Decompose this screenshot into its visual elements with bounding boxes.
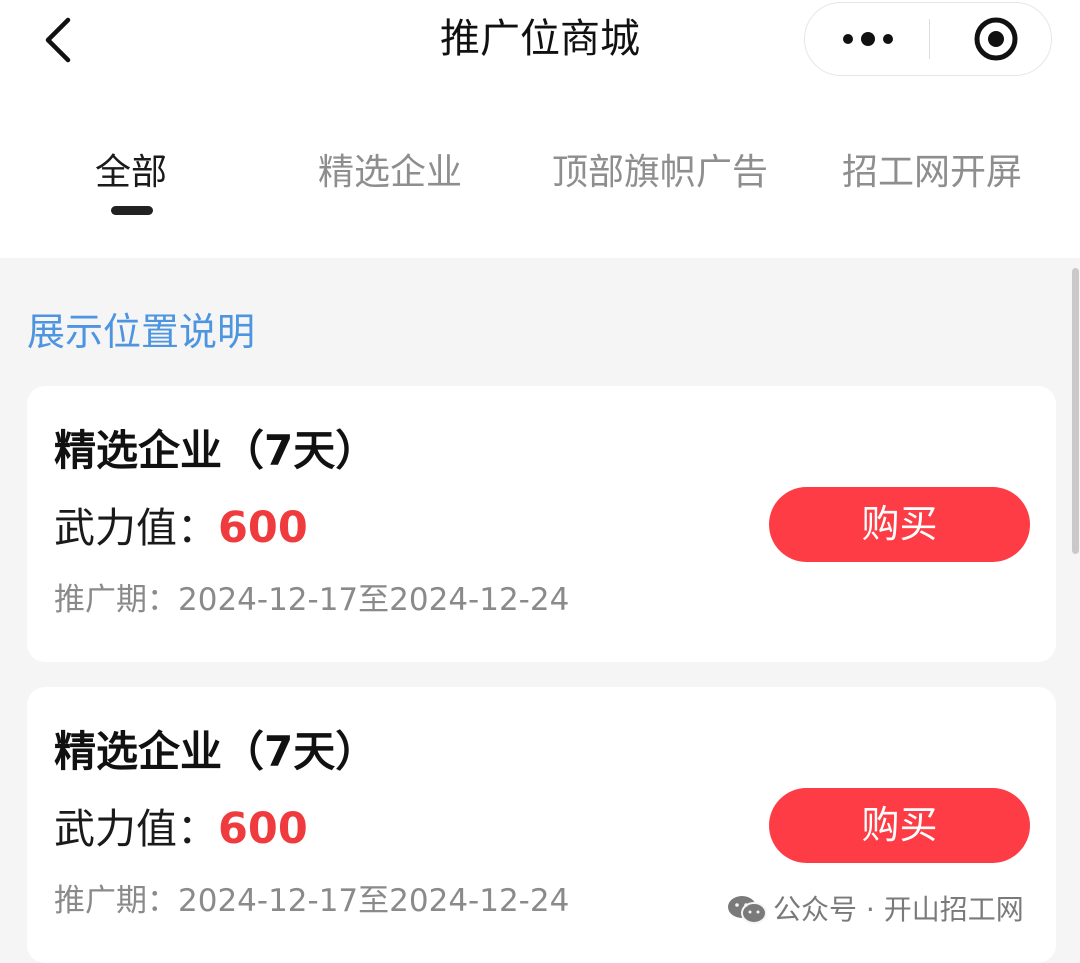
active-tab-indicator	[111, 206, 153, 215]
scrollbar[interactable]	[1072, 268, 1079, 554]
target-close-icon	[974, 17, 1018, 61]
power-line: 武力值：600	[54, 803, 308, 855]
power-label: 武力值：	[54, 504, 218, 552]
card-title: 精选企业（7天）	[54, 426, 378, 475]
promotion-period: 推广期：2024-12-17至2024-12-24	[54, 582, 570, 618]
card-title: 精选企业（7天）	[54, 727, 378, 776]
power-value: 600	[218, 503, 308, 553]
power-line: 武力值：600	[54, 502, 308, 554]
tab-top-banner-ads[interactable]: 顶部旗帜广告	[552, 150, 768, 196]
tab-all[interactable]: 全部	[95, 150, 167, 196]
buy-button[interactable]: 购买	[769, 788, 1030, 863]
display-position-explanation-link[interactable]: 展示位置说明	[27, 308, 255, 356]
navigation-bar: 推广位商城	[0, 0, 1080, 96]
wechat-icon	[728, 896, 767, 924]
category-tabs: 全部 精选企业 顶部旗帜广告 招工网开屏	[0, 150, 1080, 220]
product-card: 精选企业（7天） 武力值：600 推广期：2024-12-17至2024-12-…	[27, 386, 1056, 662]
tab-splash-screen[interactable]: 招工网开屏	[842, 150, 1022, 196]
miniprogram-capsule	[804, 2, 1052, 76]
more-button[interactable]	[805, 3, 929, 75]
buy-button[interactable]: 购买	[769, 487, 1030, 562]
top-section: 推广位商城 全部 精选企业 顶部旗帜广告 招工网开屏	[0, 0, 1080, 258]
promotion-period: 推广期：2024-12-17至2024-12-24	[54, 883, 570, 919]
tab-featured-companies[interactable]: 精选企业	[318, 150, 462, 196]
power-value: 600	[218, 804, 308, 854]
watermark-text: 公众号 · 开山招工网	[773, 893, 1024, 926]
more-dots-icon	[843, 32, 893, 46]
close-button[interactable]	[930, 3, 1052, 75]
power-label: 武力值：	[54, 805, 218, 853]
